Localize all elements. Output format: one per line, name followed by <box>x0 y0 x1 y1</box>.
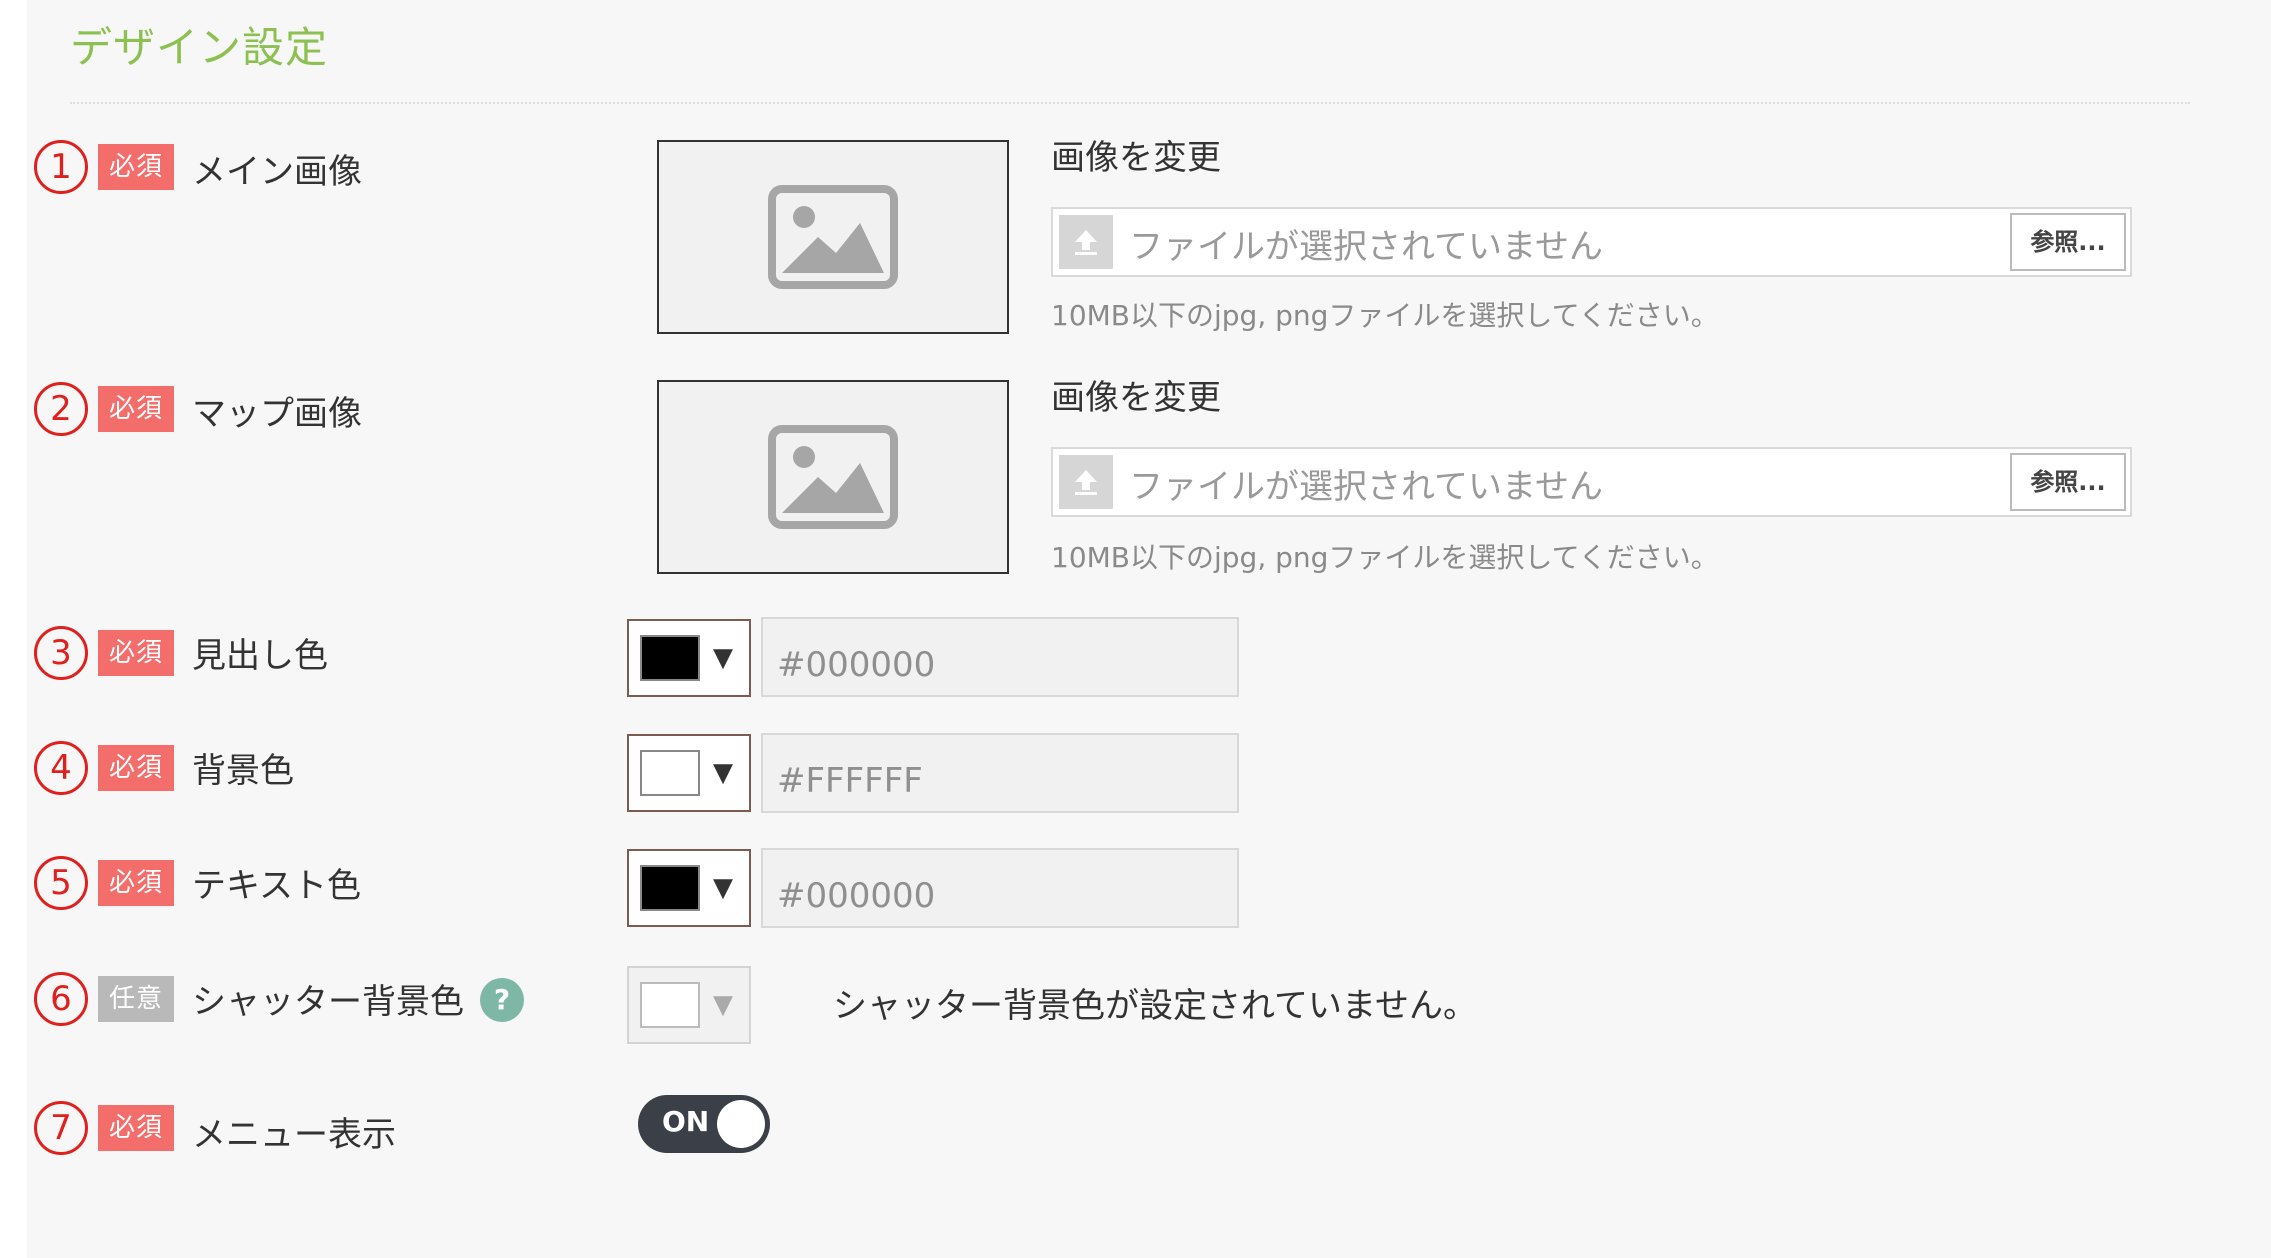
main-image-preview <box>657 140 1009 334</box>
file-status-text: ファイルが選択されていません <box>1129 467 1603 507</box>
step-marker-7: 7 <box>34 1101 88 1155</box>
image-placeholder-icon <box>768 425 898 529</box>
optional-badge: 任意 <box>98 976 174 1022</box>
step-marker-5: 5 <box>34 856 88 910</box>
field-label-main-image: メイン画像 <box>192 152 362 192</box>
field-label-map-image: マップ画像 <box>192 394 362 434</box>
image-placeholder-icon <box>768 185 898 289</box>
field-label-background-color: 背景色 <box>192 751 294 791</box>
dropdown-caret-icon: ▼ <box>713 873 733 903</box>
help-icon[interactable]: ? <box>480 978 524 1022</box>
upload-icon <box>1059 455 1113 509</box>
required-badge: 必須 <box>98 1105 174 1151</box>
file-status-text: ファイルが選択されていません <box>1129 227 1603 267</box>
map-image-change-label: 画像を変更 <box>1051 378 1221 418</box>
color-swatch <box>640 635 700 681</box>
dropdown-caret-icon: ▼ <box>713 643 733 673</box>
step-marker-6: 6 <box>34 972 88 1026</box>
section-title: デザイン設定 <box>70 23 329 72</box>
map-image-file-input[interactable]: ファイルが選択されていません 参照... <box>1051 447 2132 517</box>
required-badge: 必須 <box>98 745 174 791</box>
step-marker-1: 1 <box>34 140 88 194</box>
upload-icon <box>1059 215 1113 269</box>
field-label-heading-color: 見出し色 <box>192 636 328 676</box>
text-color-input[interactable] <box>761 848 1239 928</box>
map-image-preview <box>657 380 1009 574</box>
section-divider <box>70 102 2190 104</box>
step-marker-4: 4 <box>34 741 88 795</box>
main-image-file-input[interactable]: ファイルが選択されていません 参照... <box>1051 207 2132 277</box>
toggle-knob <box>717 1100 765 1148</box>
required-badge: 必須 <box>98 630 174 676</box>
shutter-color-picker[interactable]: ▼ <box>627 966 751 1044</box>
heading-color-input[interactable] <box>761 617 1239 697</box>
required-badge: 必須 <box>98 386 174 432</box>
heading-color-picker[interactable]: ▼ <box>627 619 751 697</box>
color-swatch <box>640 982 700 1028</box>
field-label-menu-display: メニュー表示 <box>192 1115 396 1155</box>
main-image-change-label: 画像を変更 <box>1051 138 1221 178</box>
field-label-shutter-color: シャッター背景色 <box>192 982 464 1022</box>
color-swatch <box>640 750 700 796</box>
background-color-picker[interactable]: ▼ <box>627 734 751 812</box>
dropdown-caret-icon: ▼ <box>713 990 733 1020</box>
file-hint: 10MB以下のjpg, pngファイルを選択してください。 <box>1051 299 1719 332</box>
color-swatch <box>640 865 700 911</box>
required-badge: 必須 <box>98 144 174 190</box>
browse-button[interactable]: 参照... <box>2010 453 2126 511</box>
step-marker-3: 3 <box>34 626 88 680</box>
browse-button[interactable]: 参照... <box>2010 213 2126 271</box>
text-color-picker[interactable]: ▼ <box>627 849 751 927</box>
menu-display-toggle[interactable]: ON <box>638 1095 770 1153</box>
required-badge: 必須 <box>98 860 174 906</box>
toggle-state-label: ON <box>662 1105 710 1138</box>
background-color-input[interactable] <box>761 733 1239 813</box>
dropdown-caret-icon: ▼ <box>713 758 733 788</box>
shutter-color-note: シャッター背景色が設定されていません。 <box>833 986 1477 1026</box>
field-label-text-color: テキスト色 <box>192 866 361 906</box>
file-hint: 10MB以下のjpg, pngファイルを選択してください。 <box>1051 541 1719 574</box>
step-marker-2: 2 <box>34 382 88 436</box>
